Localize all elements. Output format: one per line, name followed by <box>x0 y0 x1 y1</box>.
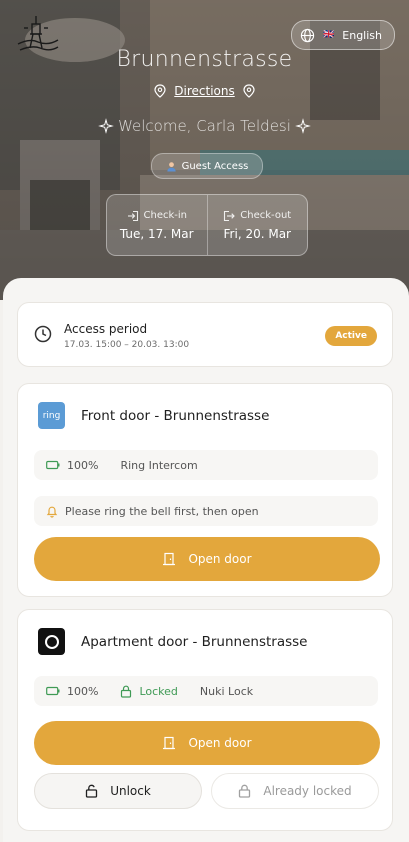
checkin-date: Tue, 17. Mar <box>119 226 194 241</box>
globe-icon <box>300 28 315 42</box>
open-front-door-button[interactable]: Open door <box>34 537 380 581</box>
bell-icon <box>46 506 58 518</box>
lock-icon <box>239 784 251 798</box>
device-status-row: 100% Ring Intercom <box>34 450 378 480</box>
stay-dates: Check-in Tue, 17. Mar Check-out Fri, 20.… <box>106 194 308 256</box>
door-note-row: Please ring the bell first, then open <box>34 496 378 526</box>
door-name: Front door - Brunnenstrasse <box>81 407 270 424</box>
already-locked-button: Already locked <box>211 773 379 809</box>
ring-logo-icon: ring <box>38 402 65 429</box>
sparkle-icon <box>98 118 114 134</box>
map-pin-icon <box>154 84 166 98</box>
device-name: Ring Intercom <box>120 458 198 472</box>
unlocked-icon <box>86 784 98 798</box>
welcome-text: Welcome, Carla Teldesi <box>118 117 291 135</box>
unlock-button[interactable]: Unlock <box>34 773 202 809</box>
access-period-range: 17.03. 15:00 – 20.03. 13:00 <box>64 340 190 350</box>
unlock-label: Unlock <box>110 784 151 798</box>
checkout-block: Check-out Fri, 20. Mar <box>206 195 308 255</box>
door-header: Apartment door - Brunnenstrasse <box>38 628 307 655</box>
language-label: English <box>342 28 382 42</box>
battery-level: 100% <box>67 684 99 698</box>
sparkle-icon <box>295 118 311 134</box>
status-badge: Active <box>325 326 377 346</box>
map-pin-icon <box>243 84 255 98</box>
device-status-row: 100% Locked Nuki Lock <box>34 676 378 706</box>
door-icon <box>163 552 176 566</box>
open-apartment-door-button[interactable]: Open door <box>34 721 380 765</box>
access-period-card: Access period 17.03. 15:00 – 20.03. 13:0… <box>17 302 393 367</box>
check-in-icon <box>127 210 138 221</box>
language-selector[interactable]: 🇬🇧 English <box>291 20 395 50</box>
battery-icon <box>46 686 60 696</box>
door-name: Apartment door - Brunnenstrasse <box>81 633 308 650</box>
apartment-door-card: Apartment door - Brunnenstrasse 100% Loc… <box>17 609 393 831</box>
check-out-icon <box>224 210 236 221</box>
welcome-message: Welcome, Carla Teldesi <box>0 117 409 135</box>
access-period-title: Access period <box>64 322 148 336</box>
directions-link[interactable]: Directions <box>174 84 234 98</box>
property-title: Brunnenstrasse <box>116 47 293 72</box>
door-header: ring Front door - Brunnenstrasse <box>38 402 269 429</box>
battery-level: 100% <box>67 458 99 472</box>
nuki-logo-icon <box>38 628 65 655</box>
checkout-label: Check-out <box>240 210 292 221</box>
checkout-date: Fri, 20. Mar <box>223 226 291 241</box>
open-door-label: Open door <box>188 736 252 750</box>
checkin-label: Check-in <box>143 210 188 221</box>
hero-banner: 🇬🇧 English Brunnenstrasse Directions Wel… <box>0 0 409 300</box>
battery-icon <box>46 460 60 470</box>
already-locked-label: Already locked <box>263 784 352 798</box>
checkin-block: Check-in Tue, 17. Mar <box>107 195 207 255</box>
directions-row: Directions <box>0 84 409 98</box>
guest-access-label: Guest Access <box>181 160 249 172</box>
front-door-card: ring Front door - Brunnenstrasse 100% Ri… <box>17 383 393 597</box>
open-door-label: Open door <box>188 552 252 566</box>
guest-access-badge: Guest Access <box>151 153 263 179</box>
lock-icon <box>121 685 132 698</box>
user-icon <box>166 161 176 172</box>
uk-flag-icon: 🇬🇧 <box>323 30 335 40</box>
clock-icon <box>34 325 52 343</box>
lock-state: Locked <box>139 684 178 698</box>
door-icon <box>163 736 176 750</box>
device-name: Nuki Lock <box>199 684 254 698</box>
door-note: Please ring the bell first, then open <box>65 504 259 518</box>
